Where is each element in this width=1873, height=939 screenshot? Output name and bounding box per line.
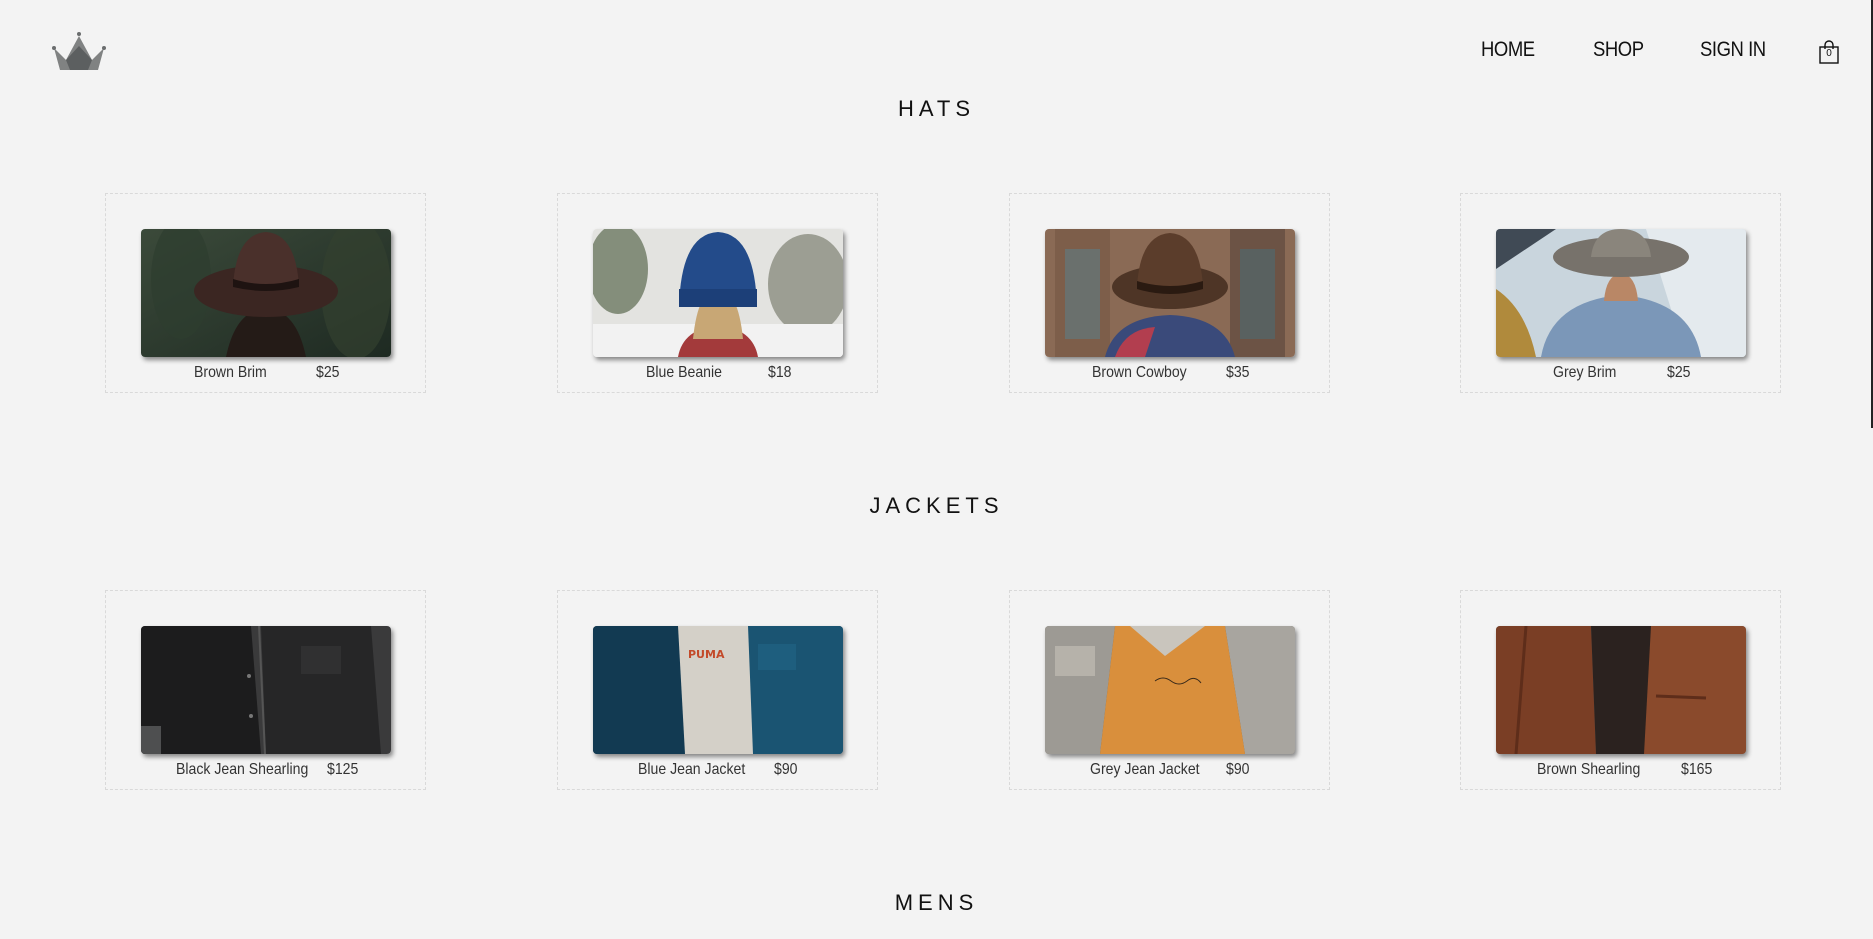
nav-sign-in-link[interactable]: SIGN IN <box>1700 38 1766 62</box>
product-name: Grey Jean Jacket <box>1090 761 1200 778</box>
product-card[interactable]: Grey Brim $25 <box>1460 193 1781 393</box>
svg-text:PUMA: PUMA <box>688 648 725 661</box>
product-image-grey-brim <box>1496 229 1746 357</box>
section-title-hats[interactable]: HATS <box>0 96 1873 122</box>
nav-shop-link[interactable]: SHOP <box>1593 38 1644 62</box>
product-price: $35 <box>1226 364 1250 381</box>
section-title-mens[interactable]: MENS <box>0 890 1873 916</box>
product-image-grey-jean-jacket <box>1045 626 1295 754</box>
product-price: $90 <box>774 761 798 778</box>
product-price: $125 <box>327 761 359 778</box>
product-price: $90 <box>1226 761 1250 778</box>
product-card[interactable]: Grey Jean Jacket $90 <box>1009 590 1330 790</box>
product-card[interactable]: Brown Cowboy $35 <box>1009 193 1330 393</box>
section-title-jackets[interactable]: JACKETS <box>0 493 1873 519</box>
product-name: Blue Beanie <box>646 364 722 381</box>
product-image-blue-beanie <box>593 229 843 357</box>
product-name: Black Jean Shearling <box>176 761 309 778</box>
site-header: HOME SHOP SIGN IN 0 <box>0 0 1873 100</box>
product-name: Grey Brim <box>1553 364 1617 381</box>
product-name: Brown Cowboy <box>1092 364 1187 381</box>
product-name: Blue Jean Jacket <box>638 761 746 778</box>
product-card[interactable]: Black Jean Shearling $125 <box>105 590 426 790</box>
product-name: Brown Shearling <box>1537 761 1641 778</box>
product-image-blue-jean-jacket: PUMA <box>593 626 843 754</box>
product-card[interactable]: Brown Shearling $165 <box>1460 590 1781 790</box>
product-price: $165 <box>1681 761 1713 778</box>
product-price: $25 <box>316 364 340 381</box>
product-name: Brown Brim <box>194 364 267 381</box>
product-card[interactable]: Brown Brim $25 <box>105 193 426 393</box>
product-image-brown-shearling <box>1496 626 1746 754</box>
product-price: $18 <box>768 364 792 381</box>
product-card[interactable]: PUMA Blue Jean Jacket $90 <box>557 590 878 790</box>
product-card[interactable]: Blue Beanie $18 <box>557 193 878 393</box>
product-image-black-jean-shearling <box>141 626 391 754</box>
crown-icon[interactable] <box>52 30 106 74</box>
product-image-brown-cowboy <box>1045 229 1295 357</box>
nav-home-link[interactable]: HOME <box>1481 38 1535 62</box>
cart-count: 0 <box>1826 48 1832 59</box>
cart-button[interactable]: 0 <box>1818 40 1840 64</box>
product-price: $25 <box>1667 364 1691 381</box>
product-image-brown-brim <box>141 229 391 357</box>
